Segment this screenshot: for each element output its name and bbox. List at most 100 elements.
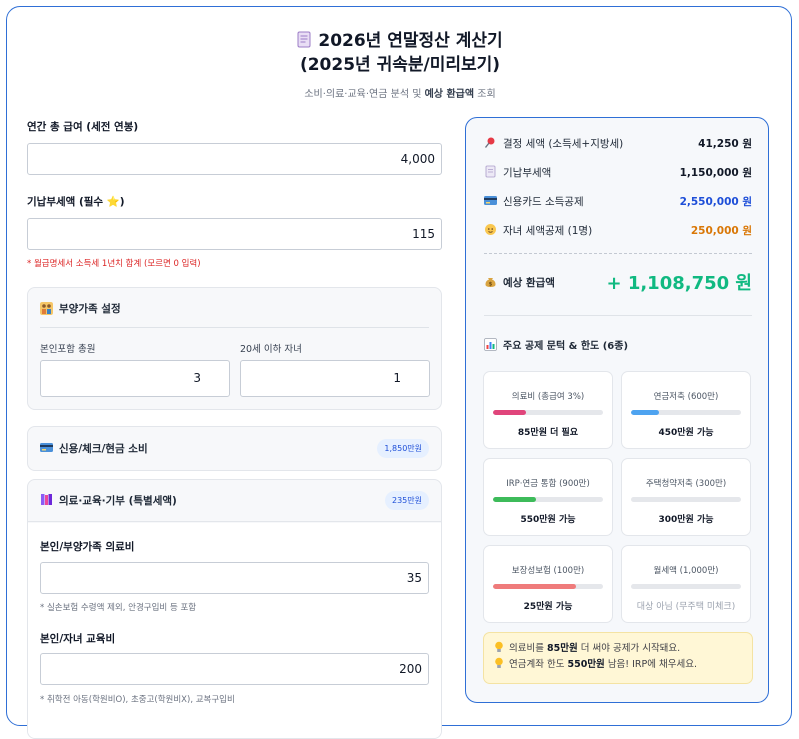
prepaid-tax-hint: * 월급명세서 소득세 1년치 합계 (모르면 0 입력) [27, 259, 201, 269]
final-tax-label: 결정 세액 (소득세+지방세) [503, 138, 624, 150]
page-header: 2026년 연말정산 계산기 (2025년 귀속분/미리보기) 소비·의료·교육… [7, 29, 793, 100]
benefit-progress-bar [493, 497, 603, 502]
prepaid-tax-label: 기납부세액 (필수 ⭐) [27, 196, 125, 208]
education-input[interactable]: 200 [40, 653, 429, 685]
tip2-text: 연금계좌 한도 [509, 659, 568, 670]
dependents-title: 부양가족 설정 [59, 302, 121, 315]
section-divider [484, 315, 752, 316]
total-members-input[interactable]: 3 [40, 360, 230, 397]
divider [40, 327, 429, 328]
benefit-progress-fill [493, 584, 576, 589]
benefit-card: 월세액 (1,000만) 대상 아님 (무주택 미체크) [621, 545, 751, 623]
title-line-1: 2026년 연말정산 계산기 [318, 31, 503, 51]
tip1-text: 의료비를 [509, 643, 547, 654]
input-form: 연간 총 급여 (세전 연봉) 4,000 기납부세액 (필수 ⭐) 115 *… [27, 119, 442, 739]
family-icon [40, 301, 53, 315]
special-title-wrap: 의료·교육·기부 (특별세액) [40, 493, 177, 508]
summary-row-final-tax: 결정 세액 (소득세+지방세) 41,250 원 [484, 136, 752, 151]
receipt-icon [485, 165, 496, 178]
summary-row-child: 자녀 세액공제 (1명) 250,000 원 [484, 223, 752, 238]
refund-row: $ 예상 환급액 + 1,108,750 원 [484, 268, 752, 296]
benefit-progress-fill [493, 410, 526, 415]
title-line-2: (2025년 귀속분/미리보기) [299, 55, 501, 75]
memo-icon [297, 31, 311, 48]
summary-label: 자녀 세액공제 (1명) [484, 223, 592, 238]
summary-label: 신용카드 소득공제 [484, 194, 584, 209]
salary-input[interactable]: 4,000 [27, 143, 442, 175]
benefit-card: 주택청약저축 (300만) 300만원 가능 [621, 458, 751, 536]
credit-card-icon [40, 443, 53, 452]
benefit-card: 연금저축 (600만) 450만원 가능 [621, 371, 751, 449]
money-bag-icon: $ [485, 277, 496, 287]
subtitle-text-end: 조회 [474, 89, 496, 100]
benefit-progress-bar [631, 497, 741, 502]
summary-label: 기납부세액 [484, 165, 551, 180]
books-icon [41, 494, 52, 505]
card-spending-title: 신용/체크/현금 소비 [59, 443, 148, 455]
medical-label: 본인/부양가족 의료비 [40, 541, 135, 553]
special-deduction-section: 의료·교육·기부 (특별세액) 235만원 본인/부양가족 의료비 35 * 실… [27, 479, 442, 739]
tip2-bold: 550만원 [567, 659, 605, 670]
prepaid-label: 기납부세액 [503, 167, 552, 179]
final-tax-value: 41,250 원 [698, 138, 752, 150]
benefit-status: 550만원 가능 [520, 515, 576, 525]
summary-label: 결정 세액 (소득세+지방세) [484, 136, 623, 151]
lightbulb-icon [495, 657, 503, 668]
subtitle-text: 소비·의료·교육·연금 분석 및 [304, 89, 425, 100]
child-credit-label: 자녀 세액공제 (1명) [503, 225, 593, 237]
benefit-title: 보장성보험 (100만) [511, 566, 585, 576]
lightbulb-icon [495, 641, 503, 652]
benefit-progress-bar [631, 584, 741, 589]
summary-row-card: 신용카드 소득공제 2,550,000 원 [484, 194, 752, 209]
subtitle-bold: 예상 환급액 [424, 89, 475, 100]
card-spending-badge: 1,850만원 [377, 439, 429, 458]
tip1-text-end: 더 써야 공제가 시작돼요. [577, 643, 681, 654]
child-credit-value: 250,000 원 [690, 225, 752, 237]
children-input[interactable]: 1 [240, 360, 430, 397]
tip-medical: 의료비를 85만원 더 써야 공제가 시작돼요. [494, 641, 742, 657]
benefit-progress-bar [631, 410, 741, 415]
benefits-title-wrap: 주요 공제 문턱 & 한도 (6종) [484, 337, 628, 352]
benefit-status: 대상 아님 (무주택 미체크) [636, 602, 736, 612]
card-spending-title-wrap: 신용/체크/현금 소비 [40, 441, 148, 456]
summary-divider [484, 253, 752, 254]
special-deduction-header[interactable]: 의료·교육·기부 (특별세액) 235만원 [28, 480, 441, 522]
benefit-status: 450만원 가능 [658, 428, 714, 438]
summary-row-prepaid: 기납부세액 1,150,000 원 [484, 165, 752, 180]
medical-hint: * 실손보험 수령액 제외, 안경구입비 등 포함 [40, 603, 197, 613]
benefit-status: 300만원 가능 [658, 515, 714, 525]
refund-label-wrap: $ 예상 환급액 [484, 275, 555, 290]
tip1-bold: 85만원 [546, 643, 578, 654]
svg-text:$: $ [489, 281, 493, 287]
medical-input[interactable]: 35 [40, 562, 429, 594]
prepaid-value: 1,150,000 원 [679, 167, 752, 179]
dependents-panel: 부양가족 설정 본인포함 총원 20세 이하 자녀 3 1 [27, 287, 442, 410]
card-spending-section[interactable]: 신용/체크/현금 소비 1,850만원 [27, 426, 442, 471]
benefit-title: 연금저축 (600만) [653, 392, 719, 402]
result-card: 결정 세액 (소득세+지방세) 41,250 원 기납부세액 1,150,000… [465, 117, 769, 703]
card-spending-header[interactable]: 신용/체크/현금 소비 1,850만원 [28, 427, 441, 470]
benefits-title: 주요 공제 문턱 & 한도 (6종) [503, 341, 629, 352]
baby-icon [485, 224, 496, 235]
card-deduction-value: 2,550,000 원 [679, 196, 752, 208]
page-subtitle: 소비·의료·교육·연금 분석 및 예상 환급액 조회 [7, 85, 793, 100]
benefit-title: IRP·연금 통합 (900만) [506, 479, 590, 489]
education-hint: * 취학전 아동(학원비O), 초중고(학원비X), 교복구입비 [40, 695, 235, 705]
benefit-progress-bar [493, 584, 603, 589]
total-members-label: 본인포함 총원 [40, 344, 96, 355]
children-label: 20세 이하 자녀 [240, 344, 302, 355]
benefit-title: 월세액 (1,000만) [653, 566, 719, 576]
special-deduction-title: 의료·교육·기부 (특별세액) [59, 495, 177, 507]
special-deduction-badge: 235만원 [385, 491, 429, 510]
card-deduction-label: 신용카드 소득공제 [503, 196, 584, 208]
benefit-progress-fill [493, 497, 536, 502]
benefit-card: 의료비 (총급여 3%) 85만원 더 필요 [483, 371, 613, 449]
prepaid-tax-input[interactable]: 115 [27, 218, 442, 250]
education-label: 본인/자녀 교육비 [40, 633, 116, 645]
benefit-title: 주택청약저축 (300만) [645, 479, 727, 489]
refund-value: + 1,108,750 원 [606, 273, 752, 294]
benefit-card: 보장성보험 (100만) 25만원 가능 [483, 545, 613, 623]
benefit-status: 85만원 더 필요 [517, 428, 579, 438]
page-title: 2026년 연말정산 계산기 [7, 29, 793, 53]
benefit-title: 의료비 (총급여 3%) [511, 392, 585, 402]
